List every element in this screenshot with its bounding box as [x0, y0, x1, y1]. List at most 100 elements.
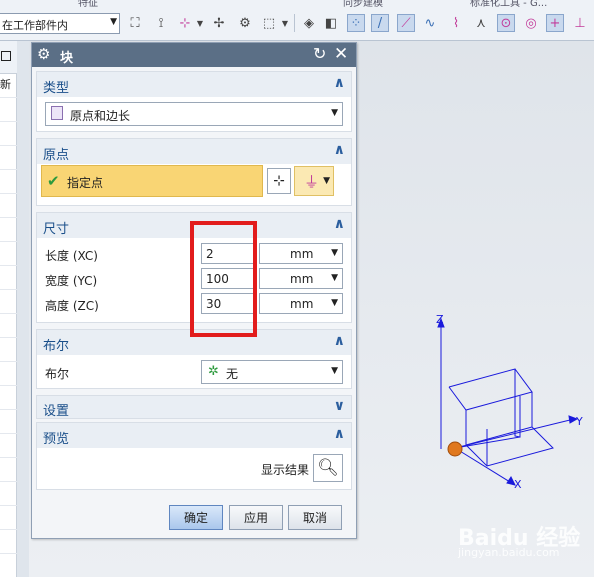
navigator-row-divider — [0, 433, 17, 434]
section-type-header[interactable]: 类型 ∧ — [37, 72, 351, 97]
point-on-curve-icon[interactable]: ⊥ — [571, 14, 589, 32]
show-result-button[interactable]: 🔍︎ — [313, 454, 343, 482]
length-label: 长度 (XC) — [45, 249, 98, 263]
chevron-down-icon: ▼ — [331, 248, 338, 258]
part-navigator-strip: 新 — [0, 41, 17, 577]
block-type-icon — [51, 106, 63, 120]
navigator-row-divider — [0, 169, 17, 170]
navigator-row-divider — [0, 553, 17, 554]
section-settings-header[interactable]: 设置 ∨ — [37, 396, 351, 419]
section-settings: 设置 ∨ — [36, 395, 352, 419]
circle-center-icon[interactable]: ⊙ — [497, 14, 515, 32]
select-point-icon[interactable]: ⊹ — [176, 14, 194, 32]
point-constructor-icon: ⊹ — [273, 173, 285, 189]
maximize-icon[interactable] — [1, 51, 11, 61]
toolbar-divider — [294, 14, 295, 32]
spline-icon[interactable]: ⌇ — [447, 14, 465, 32]
height-unit-select[interactable]: mm ▼ — [259, 293, 343, 314]
navigator-row-divider — [0, 241, 17, 242]
navigator-row-divider — [0, 529, 17, 530]
existing-point-icon[interactable]: + — [546, 14, 564, 32]
highlight-annotation — [190, 221, 257, 337]
section-dimensions-title: 尺寸 — [43, 222, 70, 237]
section-preview-header[interactable]: 预览 ∧ — [37, 423, 351, 448]
gear-icon[interactable]: ⚙ — [37, 45, 50, 63]
point-snap-icon[interactable]: ⁘ — [347, 14, 365, 32]
close-icon[interactable]: ✕ — [334, 44, 348, 64]
point-type-dropdown[interactable]: ⏚ ▼ — [294, 166, 334, 196]
origin-marker[interactable] — [447, 441, 463, 457]
width-unit-value: mm — [290, 272, 314, 286]
show-result-label: 显示结果 — [261, 463, 310, 477]
navigator-scrollbar[interactable] — [17, 41, 29, 577]
navigator-row-divider — [0, 97, 17, 98]
section-preview: 预览 ∧ 显示结果 🔍︎ — [36, 422, 352, 490]
face-icon[interactable]: ◧ — [322, 14, 340, 32]
specify-point-field[interactable]: ✔ 指定点 — [41, 165, 263, 197]
box-select-icon[interactable]: ⬚ — [260, 14, 278, 32]
width-label: 宽度 (YC) — [45, 274, 98, 288]
navigator-row-divider — [0, 505, 17, 506]
apply-button[interactable]: 应用 — [229, 505, 283, 530]
navigator-row-divider — [0, 145, 17, 146]
z-axis-label: Z — [436, 313, 444, 326]
boolean-select[interactable]: ✲ 无 ▼ — [201, 360, 343, 384]
ok-button[interactable]: 确定 — [169, 505, 223, 530]
dialog-title-bar[interactable]: ⚙ 块 ↻ ✕ — [32, 43, 356, 67]
type-select[interactable]: 原点和边长 ▼ — [45, 102, 343, 126]
section-origin-title: 原点 — [43, 148, 70, 163]
ribbon-label-feature[interactable]: 特征 — [78, 0, 98, 9]
snap-icon[interactable]: ⟟ — [152, 14, 170, 32]
checkmark-icon: ✔ — [47, 172, 60, 190]
selection-scope-select[interactable]: 在工作部件内 ▼ — [0, 13, 120, 34]
boolean-label: 布尔 — [45, 367, 70, 381]
crosshair-icon[interactable]: ✢ — [210, 14, 228, 32]
navigator-row-divider — [0, 361, 17, 362]
chevron-down-icon: ▼ — [331, 108, 338, 118]
chevron-down-icon[interactable]: ∨ — [334, 398, 345, 414]
chevron-down-icon[interactable]: ▼ — [281, 14, 289, 32]
chevron-up-icon[interactable]: ∧ — [334, 216, 345, 232]
section-boolean: 布尔 ∧ 布尔 ✲ 无 ▼ — [36, 329, 352, 389]
section-settings-title: 设置 — [43, 404, 70, 419]
height-unit-value: mm — [290, 297, 314, 311]
boolean-select-value: 无 — [226, 367, 239, 381]
ribbon-group-labels: 特征 同步建模 标准化工具 - G... — [0, 0, 594, 9]
navigator-row-divider — [0, 409, 17, 410]
navigator-row-divider — [0, 265, 17, 266]
chevron-down-icon: ▼ — [110, 17, 117, 27]
line-endpoint-icon[interactable]: ⟋ — [397, 14, 415, 32]
point-dialog-button[interactable]: ⊹ — [267, 168, 291, 194]
chevron-up-icon[interactable]: ∧ — [334, 333, 345, 349]
inferred-point-icon: ⏚ — [304, 173, 320, 191]
curve-icon[interactable]: ∿ — [421, 14, 439, 32]
reset-icon[interactable]: ↻ — [313, 44, 326, 63]
line-icon[interactable]: / — [371, 14, 389, 32]
navigator-row-divider — [0, 193, 17, 194]
filter-icon[interactable]: ⛶ — [126, 14, 144, 32]
chevron-up-icon[interactable]: ∧ — [334, 75, 345, 91]
width-unit-select[interactable]: mm ▼ — [259, 268, 343, 289]
x-axis-line — [454, 447, 511, 483]
section-boolean-title: 布尔 — [43, 339, 70, 354]
chevron-down-icon: ▼ — [331, 366, 338, 376]
navigator-row-divider — [0, 385, 17, 386]
length-unit-value: mm — [290, 247, 314, 261]
chevron-up-icon[interactable]: ∧ — [334, 426, 345, 442]
height-label: 高度 (ZC) — [45, 299, 99, 313]
section-origin-header[interactable]: 原点 ∧ — [37, 139, 351, 164]
gear-select-icon[interactable]: ⚙ — [236, 14, 254, 32]
ribbon-label-sync-modeling[interactable]: 同步建模 — [343, 0, 383, 9]
length-unit-select[interactable]: mm ▼ — [259, 243, 343, 264]
intersection-icon[interactable]: ⋏ — [472, 14, 490, 32]
quadrant-icon[interactable]: ◎ — [522, 14, 540, 32]
ribbon-label-standard-tools[interactable]: 标准化工具 - G... — [470, 0, 547, 9]
x-axis-label: X — [514, 478, 522, 491]
navigator-row-divider — [0, 457, 17, 458]
chevron-down-icon: ▼ — [331, 273, 338, 283]
cancel-button[interactable]: 取消 — [288, 505, 342, 530]
chevron-down-icon[interactable]: ▼ — [196, 14, 204, 32]
chevron-up-icon[interactable]: ∧ — [334, 142, 345, 158]
solid-body-icon[interactable]: ◈ — [300, 14, 318, 32]
chevron-down-icon: ▼ — [323, 176, 330, 186]
